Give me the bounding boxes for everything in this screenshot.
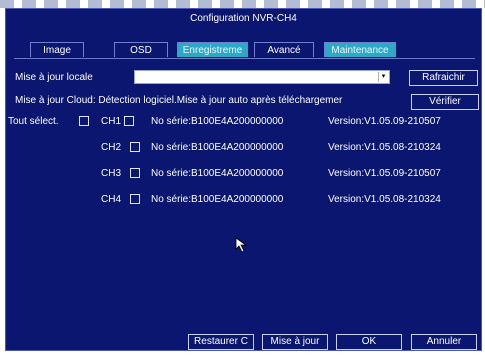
select-all-label: Tout sélect.	[8, 116, 59, 127]
channel-name: CH1	[101, 116, 122, 127]
channel-version: Version:V1.05.08-210324	[328, 142, 441, 153]
tab-image[interactable]: Image	[30, 42, 84, 57]
channel-1-checkbox[interactable]	[124, 116, 134, 126]
refresh-button[interactable]: Rafraichir	[409, 70, 478, 86]
channel-3-checkbox[interactable]	[130, 168, 140, 178]
tab-avance[interactable]: Avancé	[254, 42, 314, 57]
mouse-cursor-icon	[235, 237, 248, 253]
cancel-button[interactable]: Annuler	[411, 334, 477, 350]
channel-serial: No série:B100E4A200000000	[151, 168, 284, 179]
verify-button[interactable]: Vérifier	[411, 94, 479, 110]
config-dialog: Configuration NVR-CH4 Image OSD Enregist…	[5, 8, 482, 351]
restore-button[interactable]: Restaurer C	[188, 334, 254, 350]
cloud-update-text: Mise à jour Cloud: Détection logiciel.Mi…	[15, 95, 343, 106]
channel-serial: No série:B100E4A200000000	[151, 116, 284, 127]
tab-maintenance[interactable]: Maintenance	[324, 42, 396, 57]
channel-name: CH2	[101, 142, 122, 153]
channel-version: Version:V1.05.09-210507	[328, 116, 441, 127]
channel-serial: No série:B100E4A200000000	[151, 142, 284, 153]
dialog-title: Configuration NVR-CH4	[190, 13, 297, 24]
tab-osd[interactable]: OSD	[114, 42, 168, 57]
ok-button[interactable]: OK	[336, 334, 402, 350]
channel-serial: No série:B100E4A200000000	[151, 194, 284, 205]
chevron-down-icon[interactable]: ▾	[378, 72, 388, 82]
top-border-decoration	[0, 0, 485, 8]
channel-version: Version:V1.05.09-210507	[328, 168, 441, 179]
update-button[interactable]: Mise à jour	[262, 334, 328, 350]
channel-name: CH4	[101, 194, 122, 205]
tab-enregistrement[interactable]: Enregistreme	[177, 42, 248, 57]
local-update-label: Mise à jour locale	[15, 72, 93, 83]
channel-name: CH3	[101, 168, 122, 179]
tab-bar: Image OSD Enregistreme Avancé Maintenanc…	[14, 39, 475, 59]
channel-2-checkbox[interactable]	[130, 142, 140, 152]
select-all-checkbox[interactable]	[79, 116, 89, 126]
channel-4-checkbox[interactable]	[130, 194, 140, 204]
channel-version: Version:V1.05.08-210324	[328, 194, 441, 205]
firmware-file-select[interactable]: ▾	[134, 70, 390, 84]
